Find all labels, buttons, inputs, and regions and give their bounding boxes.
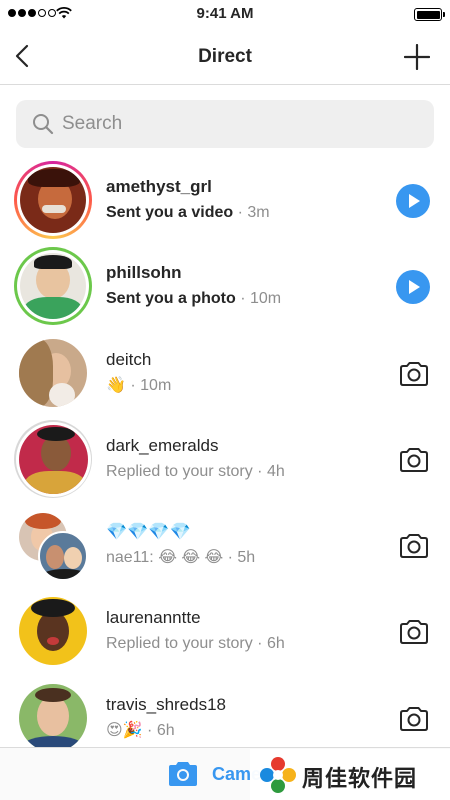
- nav-bar: Direct: [0, 28, 450, 85]
- avatar[interactable]: [19, 684, 87, 752]
- thread-username: laurenanntte: [106, 608, 201, 627]
- thread-time: · 5h: [223, 549, 256, 566]
- play-icon[interactable]: [396, 184, 430, 218]
- thread-time: · 6h: [142, 722, 175, 739]
- battery-icon: [414, 8, 445, 21]
- search-bar[interactable]: [16, 100, 434, 148]
- avatar[interactable]: [14, 420, 92, 498]
- thread-row[interactable]: amethyst_grl Sent you a video · 3m: [0, 158, 450, 244]
- camera-icon[interactable]: [398, 703, 430, 735]
- thread-message: nae11: 😂 😂 😂: [106, 549, 224, 566]
- plus-icon[interactable]: [404, 44, 430, 70]
- thread-row[interactable]: laurenanntte Replied to your story · 6h: [0, 589, 450, 675]
- thread-message: Sent you a photo: [106, 290, 236, 307]
- avatar[interactable]: [38, 531, 88, 581]
- thread-time: · 6h: [252, 635, 285, 652]
- thread-username: dark_emeralds: [106, 436, 219, 455]
- search-icon: [33, 114, 54, 135]
- thread-row[interactable]: dark_emeralds Replied to your story · 4h: [0, 417, 450, 503]
- thread-message: Sent you a video: [106, 204, 234, 221]
- thread-time: · 3m: [233, 204, 270, 221]
- thread-message: Replied to your story: [106, 635, 253, 652]
- thread-username: phillsohn: [106, 263, 182, 282]
- play-icon[interactable]: [396, 270, 430, 304]
- thread-message: Replied to your story: [106, 463, 253, 480]
- status-bar: 9:41 AM: [0, 0, 450, 28]
- thread-row[interactable]: phillsohn Sent you a photo · 10m: [0, 244, 450, 330]
- camera-icon[interactable]: [398, 616, 430, 648]
- avatar[interactable]: [19, 597, 87, 665]
- camera-icon[interactable]: [398, 358, 430, 390]
- page-title: Direct: [198, 46, 252, 67]
- avatar[interactable]: [14, 247, 92, 325]
- search-input[interactable]: [62, 100, 422, 148]
- thread-message: 👋: [106, 377, 126, 394]
- thread-time: · 10m: [125, 377, 172, 394]
- thread-time: · 4h: [252, 463, 285, 480]
- avatar[interactable]: [19, 339, 87, 407]
- camera-icon[interactable]: [398, 444, 430, 476]
- watermark-logo-icon: [260, 757, 296, 793]
- thread-row[interactable]: 💎💎💎💎 nae11: 😂 😂 😂 · 5h: [0, 503, 450, 589]
- thread-row[interactable]: deitch 👋 · 10m: [0, 331, 450, 417]
- status-time: 9:41 AM: [196, 5, 254, 22]
- watermark: 周佳软件园: [250, 749, 450, 800]
- thread-username: travis_shreds18: [106, 695, 227, 714]
- camera-icon[interactable]: [398, 530, 430, 562]
- camera-icon[interactable]: [168, 761, 198, 787]
- thread-time: · 10m: [235, 290, 282, 307]
- watermark-text: 周佳软件园: [302, 767, 418, 792]
- thread-username: amethyst_grl: [106, 177, 212, 196]
- thread-username: 💎💎💎💎: [106, 522, 191, 541]
- thread-username: deitch: [106, 350, 152, 369]
- avatar[interactable]: [14, 161, 92, 239]
- thread-message: 😍🎉: [106, 722, 143, 739]
